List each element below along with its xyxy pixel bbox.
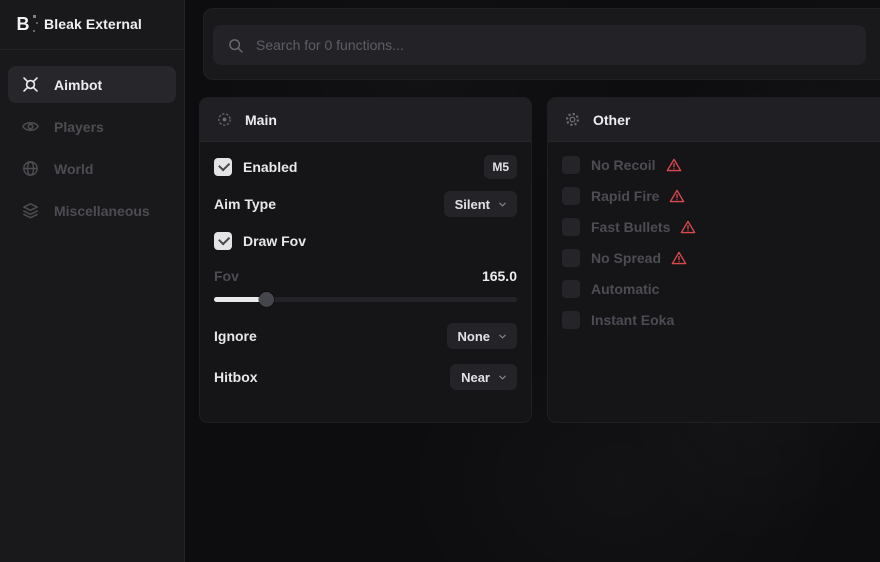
fov-label: Fov <box>214 268 239 284</box>
aim-type-dropdown[interactable]: Silent <box>444 191 517 217</box>
panel-title: Main <box>245 112 277 128</box>
globe-icon <box>20 159 40 178</box>
ignore-row: Ignore None <box>214 323 517 349</box>
hitbox-dropdown[interactable]: Near <box>450 364 517 390</box>
panel-other-header: Other <box>548 98 880 142</box>
search-header-card <box>203 8 880 80</box>
logo-glyph: B <box>17 15 30 33</box>
sidebar-item-label: Aimbot <box>54 77 102 93</box>
sidebar-item-label: Miscellaneous <box>54 203 150 219</box>
no-spread-label: No Spread <box>591 250 661 266</box>
crosshair-icon <box>20 75 40 94</box>
toggle-row-fast-bullets: Fast Bullets <box>562 218 875 236</box>
draw-fov-row: Draw Fov <box>214 228 517 254</box>
ignore-dropdown[interactable]: None <box>447 323 518 349</box>
toggle-row-no-spread: No Spread <box>562 249 875 267</box>
toggle-row-rapid-fire: Rapid Fire <box>562 187 875 205</box>
app-header: B Bleak External <box>0 0 184 50</box>
sidebar-item-label: World <box>54 161 93 177</box>
panel-main-body: Enabled M5 Aim Type Silent Draw Fov Fov … <box>200 142 531 402</box>
sidebar-item-aimbot[interactable]: Aimbot <box>8 66 176 103</box>
aim-type-row: Aim Type Silent <box>214 191 517 217</box>
search-box[interactable] <box>213 25 866 65</box>
aim-type-value: Silent <box>455 197 490 212</box>
draw-fov-label: Draw Fov <box>243 233 306 249</box>
ignore-label: Ignore <box>214 328 257 344</box>
eye-icon <box>20 117 40 136</box>
hitbox-label: Hitbox <box>214 369 258 385</box>
panel-main-header: Main <box>200 98 531 142</box>
toggle-row-automatic: Automatic <box>562 280 875 298</box>
enabled-keybind-badge[interactable]: M5 <box>484 155 517 179</box>
sidebar-nav: Aimbot Players World <box>0 50 184 245</box>
fast-bullets-checkbox[interactable] <box>562 218 580 236</box>
sidebar-item-miscellaneous[interactable]: Miscellaneous <box>8 192 176 229</box>
panel-other: Other No Recoil Rapid Fire Fast Bullets <box>547 97 880 423</box>
sidebar: B Bleak External Aimbot Players <box>0 0 185 562</box>
sidebar-item-players[interactable]: Players <box>8 108 176 145</box>
app-title: Bleak External <box>44 16 142 32</box>
no-recoil-checkbox[interactable] <box>562 156 580 174</box>
enabled-row: Enabled M5 <box>214 154 517 180</box>
toggle-row-instant-eoka: Instant Eoka <box>562 311 875 329</box>
instant-eoka-label: Instant Eoka <box>591 312 674 328</box>
search-input[interactable] <box>256 37 852 53</box>
warning-icon <box>680 219 696 235</box>
sidebar-item-label: Players <box>54 119 104 135</box>
fast-bullets-label: Fast Bullets <box>591 219 670 235</box>
no-recoil-label: No Recoil <box>591 157 656 173</box>
app-logo-icon: B <box>12 13 34 35</box>
gear-icon <box>564 111 581 128</box>
instant-eoka-checkbox[interactable] <box>562 311 580 329</box>
chevron-down-icon <box>497 372 508 383</box>
chevron-down-icon <box>497 199 508 210</box>
enabled-label: Enabled <box>243 159 297 175</box>
enabled-checkbox[interactable] <box>214 158 232 176</box>
search-icon <box>227 37 244 54</box>
hitbox-value: Near <box>461 370 490 385</box>
layers-icon <box>20 201 40 220</box>
automatic-label: Automatic <box>591 281 659 297</box>
rapid-fire-checkbox[interactable] <box>562 187 580 205</box>
aim-type-label: Aim Type <box>214 196 276 212</box>
toggle-row-no-recoil: No Recoil <box>562 156 875 174</box>
warning-icon <box>669 188 685 204</box>
rapid-fire-label: Rapid Fire <box>591 188 659 204</box>
warning-icon <box>666 157 682 173</box>
fov-slider-thumb[interactable] <box>259 292 274 307</box>
hitbox-row: Hitbox Near <box>214 364 517 390</box>
ignore-value: None <box>458 329 491 344</box>
sidebar-item-world[interactable]: World <box>8 150 176 187</box>
target-icon <box>216 111 233 128</box>
panel-title: Other <box>593 112 630 128</box>
panel-other-body: No Recoil Rapid Fire Fast Bullets No Spr… <box>548 142 880 343</box>
fov-header: Fov 165.0 <box>214 268 517 284</box>
fov-slider[interactable] <box>214 292 517 307</box>
warning-icon <box>671 250 687 266</box>
automatic-checkbox[interactable] <box>562 280 580 298</box>
no-spread-checkbox[interactable] <box>562 249 580 267</box>
chevron-down-icon <box>497 331 508 342</box>
draw-fov-checkbox[interactable] <box>214 232 232 250</box>
panel-main: Main Enabled M5 Aim Type Silent Draw Fov… <box>199 97 532 423</box>
fov-value: 165.0 <box>482 268 517 284</box>
